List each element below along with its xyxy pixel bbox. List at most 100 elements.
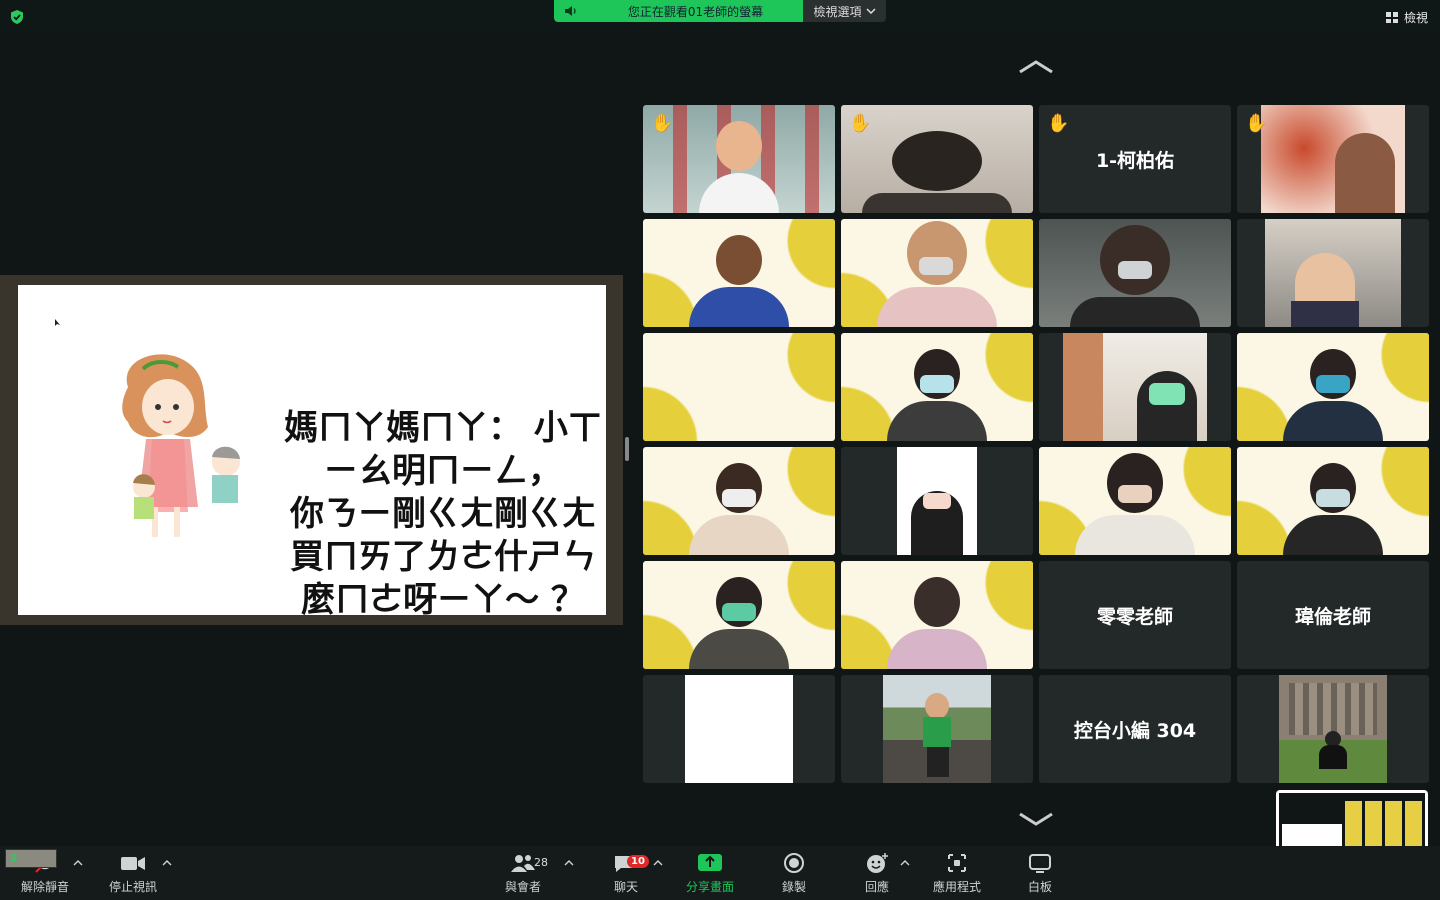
participant-tile[interactable] [1237, 333, 1429, 441]
raised-hand-icon: ✋ [1047, 113, 1070, 134]
unmute-label: 解除靜音 [21, 880, 70, 894]
whiteboard-icon [1027, 852, 1053, 874]
view-button[interactable]: 檢視 [1385, 9, 1428, 26]
emoji-reaction-icon [864, 852, 890, 874]
participant-tile[interactable]: 瑋倫老師 [1237, 561, 1429, 669]
participant-video [1265, 219, 1401, 327]
chat-bubble-icon: 10 [613, 852, 649, 874]
participant-tile[interactable] [841, 561, 1033, 669]
share-screen-icon [697, 852, 723, 874]
mouse-cursor-icon [55, 319, 60, 326]
raised-hand-icon: ✋ [651, 113, 674, 134]
participant-video [689, 235, 789, 327]
apps-icon [944, 852, 970, 874]
chevron-up-icon[interactable] [564, 860, 574, 866]
participant-video [689, 463, 789, 555]
participant-tile[interactable] [1237, 675, 1429, 783]
participant-tile[interactable]: 零零老師 [1039, 561, 1231, 669]
participant-video [883, 675, 991, 783]
participant-video [685, 675, 793, 783]
stop-video-label: 停止視訊 [109, 880, 158, 894]
video-camera-icon [120, 852, 146, 874]
reactions-label: 回應 [864, 880, 889, 894]
participant-name: 零零老師 [1096, 605, 1173, 628]
participant-name: 瑋倫老師 [1294, 605, 1371, 628]
whiteboard-button[interactable]: 白板 [1027, 852, 1053, 895]
participant-tile[interactable]: ✋ [1237, 105, 1429, 213]
view-options-label: 檢視選項 [813, 4, 862, 19]
participant-video [897, 447, 977, 555]
participant-tile[interactable]: 控台小編 304 [1039, 675, 1231, 783]
record-icon [781, 852, 807, 874]
viewing-notice: 您正在觀看01老師的螢幕 [627, 4, 764, 19]
stop-video-button[interactable]: 停止視訊 [109, 852, 157, 895]
participant-tile[interactable] [643, 219, 835, 327]
chat-button[interactable]: 10 聊天 [613, 852, 649, 895]
reactions-button[interactable]: 回應 [864, 852, 890, 895]
participant-tile[interactable] [841, 447, 1033, 555]
chevron-up-icon[interactable] [73, 860, 83, 866]
participant-video [1070, 225, 1200, 327]
participant-tile[interactable] [841, 219, 1033, 327]
meeting-toolbar: 解除靜音 停止視訊 28 與會者 10 聊天 分享畫面 錄製 回應 應用程式 白… [0, 846, 1440, 900]
participant-tile[interactable] [1237, 447, 1429, 555]
participant-video [689, 577, 789, 669]
participant-tile[interactable] [643, 561, 835, 669]
participants-icon: 28 [510, 852, 548, 874]
shared-screen: 媽ㄇㄚ媽ㄇㄚ： 小ㄒㄧㄠ明ㄇㄧㄥ， 你ㄋㄧ剛ㄍㄤ剛ㄍㄤ買ㄇㄞ了ㄌㄜ什ㄕㄣ 麼ㄇㄜ… [0, 275, 623, 625]
slide-line-3: 麼ㄇㄜ呀ㄧㄚ～ ？ [301, 580, 585, 620]
participant-tile[interactable]: 1-柯柏佑 ✋ [1039, 105, 1231, 213]
participant-video [877, 221, 997, 327]
slide-line-2: 你ㄋㄧ剛ㄍㄤ剛ㄍㄤ買ㄇㄞ了ㄌㄜ什ㄕㄣ [290, 494, 596, 577]
participant-name: 1-柯柏佑 [1095, 149, 1175, 172]
participant-video [1283, 349, 1383, 441]
participant-tile[interactable] [1039, 333, 1231, 441]
participant-video [699, 121, 779, 213]
participant-gallery: ✋ ✋ 1-柯柏佑 ✋ ✋ 零零老師 瑋倫老師 控台小編 304 [643, 105, 1429, 783]
apps-button[interactable]: 應用程式 [933, 852, 981, 895]
participant-video [1075, 453, 1195, 555]
mother-illustration [122, 354, 240, 537]
participants-count: 28 [534, 856, 548, 869]
whiteboard-label: 白板 [1027, 880, 1052, 894]
grid-view-icon [1385, 12, 1398, 23]
slide-line-1: 媽ㄇㄚ媽ㄇㄚ： 小ㄒㄧㄠ明ㄇㄧㄥ， [284, 408, 602, 491]
chevron-up-icon[interactable] [1018, 60, 1054, 74]
speaker-icon[interactable] [564, 4, 578, 18]
view-options-button[interactable]: 檢視選項 [803, 0, 886, 22]
participants-button[interactable]: 28 與會者 [505, 852, 548, 895]
chevron-down-icon [865, 8, 876, 14]
participant-tile[interactable]: ✋ [841, 105, 1033, 213]
share-screen-button[interactable]: 分享畫面 [686, 852, 734, 895]
participant-tile[interactable]: ✋ [643, 105, 835, 213]
participant-tile[interactable] [1237, 219, 1429, 327]
chevron-up-icon[interactable] [900, 860, 910, 866]
chevron-up-icon[interactable] [162, 860, 172, 866]
slide: 媽ㄇㄚ媽ㄇㄚ： 小ㄒㄧㄠ明ㄇㄧㄥ， 你ㄋㄧ剛ㄍㄤ剛ㄍㄤ買ㄇㄞ了ㄌㄜ什ㄕㄣ 麼ㄇㄜ… [18, 285, 606, 620]
participant-video [862, 131, 1012, 213]
participant-tile[interactable] [1039, 447, 1231, 555]
chat-label: 聊天 [613, 880, 638, 894]
participant-tile[interactable] [841, 333, 1033, 441]
participant-video [1261, 105, 1405, 213]
participant-tile-active-speaker[interactable] [1039, 219, 1231, 327]
record-button[interactable]: 錄製 [781, 852, 807, 895]
participant-video [887, 577, 987, 669]
chat-unread-badge: 10 [627, 855, 649, 868]
participant-video [1283, 463, 1383, 555]
participant-tile[interactable] [643, 675, 835, 783]
chevron-down-icon[interactable] [1018, 812, 1054, 826]
participant-tile[interactable] [643, 333, 835, 441]
top-bar: 您正在觀看01老師的螢幕 檢視選項 檢視 [0, 0, 1440, 34]
chevron-up-icon[interactable] [653, 860, 663, 866]
participant-video [1063, 333, 1207, 441]
resize-handle[interactable] [625, 437, 629, 461]
participant-video [887, 349, 987, 441]
participants-label: 與會者 [505, 880, 542, 894]
view-button-label: 檢視 [1403, 11, 1428, 25]
participant-name: 控台小編 304 [1073, 719, 1197, 742]
participant-tile[interactable] [643, 447, 835, 555]
share-screen-label: 分享畫面 [686, 880, 735, 894]
participant-tile[interactable] [841, 675, 1033, 783]
security-shield-icon[interactable] [9, 9, 25, 25]
